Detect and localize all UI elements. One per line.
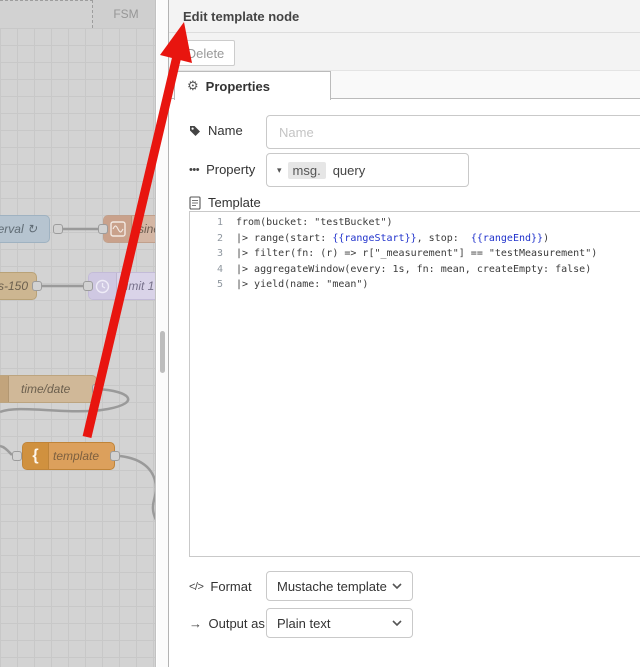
- port-interval-out[interactable]: [53, 224, 63, 234]
- port-template-in[interactable]: [12, 451, 22, 461]
- template-brace-icon: {: [23, 443, 49, 469]
- tray-resize-gutter[interactable]: [157, 0, 168, 667]
- gear-icon: ⚙: [187, 78, 199, 93]
- tab-label: FSM: [113, 7, 139, 21]
- editor-line[interactable]: 4 |> aggregateWindow(every: 1s, fn: mean,…: [190, 262, 640, 278]
- name-input[interactable]: [266, 115, 640, 149]
- line-number: 5: [216, 279, 223, 290]
- port-sinewave-in[interactable]: [98, 224, 108, 234]
- tag-icon: [190, 125, 200, 136]
- code-text: |> filter(fn: (r) => r["_measurement"] =…: [236, 248, 598, 259]
- code-text: |> yield(name: "mean"): [236, 279, 369, 290]
- node-label: template: [53, 449, 100, 463]
- property-type-tag[interactable]: msg.: [287, 161, 326, 179]
- node-limit[interactable]: limit 1 msg/s: [88, 272, 155, 300]
- code-text: from(bucket: "testBucket"): [236, 217, 393, 228]
- format-value: Mustache template: [277, 578, 387, 594]
- tab-label: Properties: [205, 78, 270, 94]
- node-label: interval ↻: [0, 222, 37, 236]
- property-label: ••• Property: [189, 162, 256, 177]
- node-interval[interactable]: interval ↻: [0, 215, 50, 243]
- dialog-body: Name ••• Property ▾ msg. query Template …: [169, 99, 640, 665]
- chevron-down-icon: [392, 620, 402, 626]
- node-template[interactable]: { template: [22, 442, 115, 470]
- node-label: s-150: [0, 279, 28, 293]
- caret-down-icon[interactable]: ▾: [277, 165, 282, 176]
- scrollbar-thumb[interactable]: [160, 331, 165, 373]
- dialog-toolbar: Delete: [169, 33, 640, 71]
- node-label: limit 1 msg/s: [123, 279, 155, 293]
- editor-line[interactable]: 5 |> yield(name: "mean"): [190, 277, 640, 293]
- code-text: |> aggregateWindow(every: 1s, fn: mean, …: [236, 263, 592, 275]
- line-number: 1: [216, 217, 223, 228]
- output-as-value: Plain text: [277, 615, 331, 631]
- template-code-editor[interactable]: 1 from(bucket: "testBucket") 2 |> range(sta…: [189, 211, 640, 557]
- template-file-icon: [189, 195, 201, 210]
- line-number: 4: [216, 263, 223, 275]
- node-label: sineWave: [138, 222, 155, 236]
- property-typed-input[interactable]: ▾ msg. query: [266, 153, 469, 187]
- node-time-date[interactable]: f time/date: [0, 375, 97, 403]
- port-timedate-out[interactable]: [92, 384, 102, 394]
- chevron-down-icon: [392, 583, 402, 589]
- name-label: Name: [189, 123, 243, 138]
- flow-canvas[interactable]: interval ↻ sineWave s-150 limit 1 msg/s …: [0, 0, 156, 667]
- clock-icon: [89, 273, 117, 299]
- port-template-out[interactable]: [110, 451, 120, 461]
- node-sinewave[interactable]: sineWave: [103, 215, 155, 243]
- dialog-tabs: ⚙ Properties: [169, 71, 640, 100]
- workspace-tabbar: FSM: [0, 0, 155, 28]
- workspace-tab-fsm[interactable]: FSM: [93, 0, 155, 28]
- template-label: Template: [189, 195, 261, 210]
- property-value[interactable]: query: [333, 163, 366, 178]
- editor-line[interactable]: 2 |> range(start: {{rangeStart}}, stop: {…: [190, 231, 640, 247]
- tab-properties[interactable]: ⚙ Properties: [174, 71, 331, 100]
- code-text: |> range(start: {{rangeStart}}, stop: {{…: [236, 232, 550, 244]
- editor-line[interactable]: 3 |> filter(fn: (r) => r["_measurement"] …: [190, 246, 640, 262]
- workspace-tab-current[interactable]: [0, 0, 93, 28]
- sine-wave-icon: [104, 216, 132, 242]
- function-icon: f: [0, 376, 9, 402]
- port-limit-in[interactable]: [83, 281, 93, 291]
- edit-template-node-dialog: Edit template node Delete ⚙ Properties N…: [168, 0, 640, 667]
- delete-button[interactable]: Delete: [176, 40, 235, 66]
- line-number: 2: [216, 232, 223, 244]
- port-s150-out[interactable]: [32, 281, 42, 291]
- output-as-select[interactable]: Plain text: [266, 608, 413, 638]
- node-label: time/date: [21, 382, 71, 396]
- format-select[interactable]: Mustache template: [266, 571, 413, 601]
- code-icon: </>: [189, 580, 204, 593]
- format-label: </> Format: [189, 579, 252, 594]
- arrow-right-icon: →: [189, 616, 202, 631]
- dialog-title: Edit template node: [169, 0, 640, 33]
- editor-line[interactable]: 1 from(bucket: "testBucket"): [190, 215, 640, 231]
- ellipsis-icon: •••: [189, 163, 200, 176]
- wires: [0, 227, 155, 521]
- output-as-label: → Output as: [189, 616, 265, 631]
- line-number: 3: [216, 248, 223, 259]
